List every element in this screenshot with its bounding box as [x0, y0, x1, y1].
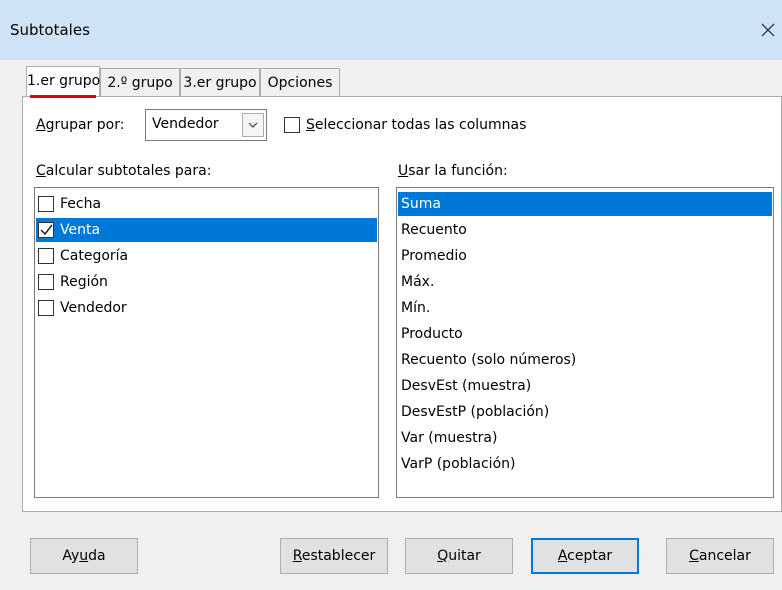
- title-bar: Subtotales: [0, 0, 782, 60]
- list-item[interactable]: DesvEstP (población): [398, 400, 549, 424]
- list-item[interactable]: Región: [36, 270, 377, 294]
- group-by-select[interactable]: Vendedor: [145, 109, 267, 141]
- list-item[interactable]: DesvEst (muestra): [398, 374, 531, 398]
- group-by-label: Agrupar por:: [36, 117, 125, 133]
- list-item[interactable]: Promedio: [398, 244, 467, 268]
- function-label: Usar la función:: [398, 163, 508, 179]
- select-all-checkbox[interactable]: [284, 117, 300, 133]
- tab-label: Opciones: [267, 75, 333, 91]
- tab-label: 2.º grupo: [107, 75, 173, 91]
- tab-label: 3.er grupo: [183, 75, 257, 91]
- list-item[interactable]: Suma: [398, 192, 772, 216]
- checkbox[interactable]: [38, 196, 54, 212]
- list-item[interactable]: VarP (población): [398, 452, 515, 476]
- tab-group-2[interactable]: 2.º grupo: [100, 68, 180, 96]
- dialog-title: Subtotales: [10, 21, 90, 39]
- list-item-label: Venta: [60, 222, 101, 238]
- list-item[interactable]: Venta: [36, 218, 377, 242]
- close-icon[interactable]: [756, 15, 780, 45]
- list-item-label: Categoría: [60, 248, 129, 264]
- list-item[interactable]: Recuento: [398, 218, 467, 242]
- checkbox[interactable]: [38, 274, 54, 290]
- chevron-down-icon[interactable]: [242, 113, 264, 137]
- columns-label: Calcular subtotales para:: [36, 163, 212, 179]
- list-item[interactable]: Recuento (solo números): [398, 348, 576, 372]
- remove-button[interactable]: Quitar: [405, 538, 513, 574]
- checkbox[interactable]: [38, 222, 54, 238]
- list-item[interactable]: Fecha: [36, 192, 377, 216]
- list-item[interactable]: Categoría: [36, 244, 377, 268]
- list-item-label: Vendedor: [60, 300, 127, 316]
- list-item[interactable]: Producto: [398, 322, 463, 346]
- list-item[interactable]: Vendedor: [36, 296, 377, 320]
- tab-group-3[interactable]: 3.er grupo: [180, 68, 260, 96]
- list-item[interactable]: Var (muestra): [398, 426, 497, 450]
- tab-group-1[interactable]: 1.er grupo: [26, 66, 100, 96]
- reset-button[interactable]: Restablecer: [280, 538, 388, 574]
- list-item[interactable]: Mín.: [398, 296, 430, 320]
- checkbox[interactable]: [38, 248, 54, 264]
- list-item-label: Región: [60, 274, 108, 290]
- list-item-label: Fecha: [60, 196, 102, 212]
- select-all-label: Seleccionar todas las columnas: [306, 117, 527, 133]
- active-tab-indicator: [30, 95, 96, 98]
- list-item[interactable]: Máx.: [398, 270, 434, 294]
- group-by-value: Vendedor: [152, 116, 219, 132]
- checkbox[interactable]: [38, 300, 54, 316]
- function-list[interactable]: Suma Recuento Promedio Máx. Mín. Product…: [396, 187, 774, 498]
- help-button[interactable]: Ayuda: [30, 538, 138, 574]
- tab-options[interactable]: Opciones: [260, 68, 340, 96]
- cancel-button[interactable]: Cancelar: [666, 538, 774, 574]
- tab-label: 1.er grupo: [27, 73, 101, 89]
- ok-button[interactable]: Aceptar: [531, 538, 639, 574]
- columns-list[interactable]: Fecha Venta Categoría Región Vendedor: [34, 187, 379, 498]
